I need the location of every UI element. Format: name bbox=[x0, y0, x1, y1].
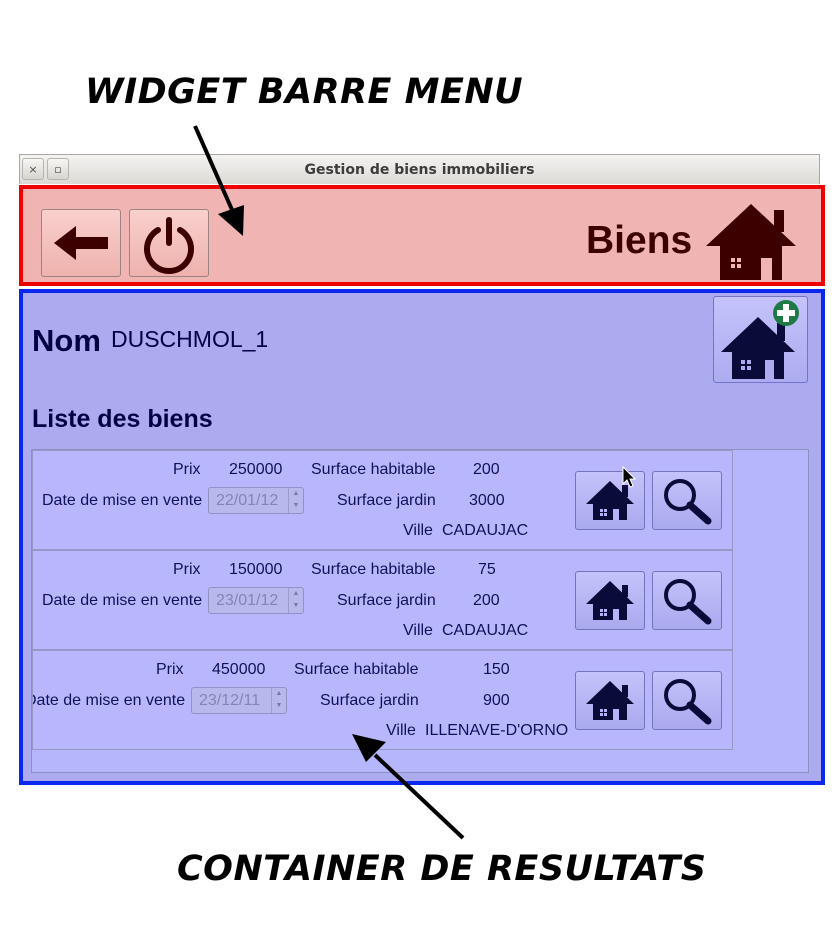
arrow-to-results bbox=[352, 734, 465, 840]
annotation-arrows bbox=[193, 125, 637, 840]
arrow-to-menubar bbox=[193, 125, 244, 236]
mouse-cursor-icon bbox=[622, 465, 637, 488]
